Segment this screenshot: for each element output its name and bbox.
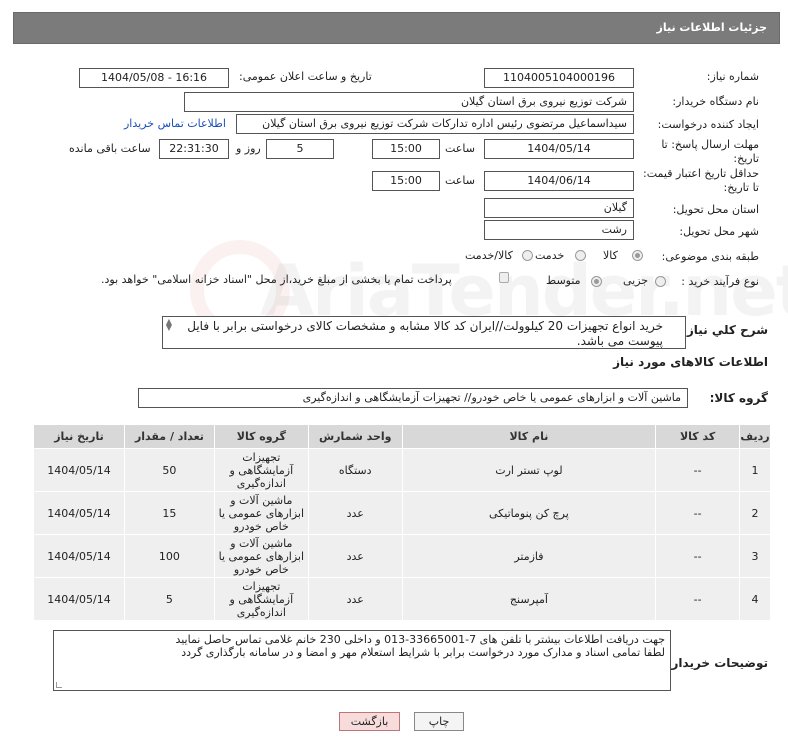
process-medium-label: متوسط — [546, 274, 581, 287]
days-field: 5 — [266, 139, 334, 159]
reply-deadline-label-2: تاریخ: — [733, 152, 759, 165]
validity-label-2: تا تاریخ: — [723, 181, 759, 194]
process-label: نوع فرآیند خرید : — [681, 275, 759, 288]
city-label: شهر محل تحویل: — [679, 225, 759, 238]
province-field: گیلان — [484, 198, 634, 218]
notes-line-2: لطفا تمامی اسناد و مدارک مورد درخواست بر… — [181, 646, 665, 659]
col-row: ردیف — [739, 424, 771, 449]
creator-field: سیداسماعیل مرتضوی رئیس اداره تدارکات شرک… — [236, 114, 634, 134]
back-button[interactable]: بازگشت — [339, 712, 400, 731]
goods-table-header: ردیف کد کالا نام کالا واحد شمارش گروه کا… — [33, 424, 771, 449]
buyer-notes-label: توضیحات خریدار: — [666, 656, 768, 670]
table-row: 3 -- فازمتر عدد ماشین آلات و ابزارهای عم… — [33, 534, 771, 578]
print-button[interactable]: چاپ — [414, 712, 464, 731]
category-label: طبقه بندی موضوعی: — [661, 250, 759, 263]
category-service-radio[interactable] — [575, 250, 586, 261]
table-row: 2 -- پرچ کن پنوماتیکی عدد ماشین آلات و ا… — [33, 491, 771, 535]
notes-line-1: جهت دریافت اطلاعات بیشتر با تلفن های 7-3… — [175, 633, 665, 646]
days-label: روز و — [236, 142, 261, 155]
creator-label: ایجاد کننده درخواست: — [657, 118, 759, 131]
reply-time-field: 15:00 — [372, 139, 440, 159]
col-group: گروه کالا — [213, 424, 309, 449]
process-partial-radio[interactable] — [655, 276, 666, 287]
reply-date-field: 1404/05/14 — [484, 139, 634, 159]
treasury-checkbox[interactable] — [499, 272, 509, 283]
page-title: جزئیات اطلاعات نیاز — [656, 21, 768, 34]
category-service-label: خدمت — [535, 249, 565, 262]
need-number-field: 1104005104000196 — [484, 68, 634, 88]
goods-group-field: ماشین آلات و ابزارهای عمومی یا خاص خودرو… — [138, 388, 688, 408]
validity-time-label: ساعت — [445, 174, 475, 187]
reply-time-label: ساعت — [445, 142, 475, 155]
goods-section-title: اطلاعات کالاهای مورد نیاز — [613, 355, 768, 369]
table-row: 4 -- آمپرسنج عدد تجهیزات آزمایشگاهی و ان… — [33, 577, 771, 621]
description-label: شرح كلي نياز: — [682, 323, 768, 337]
treasury-note: پرداخت تمام یا بخشی از مبلغ خرید،از محل … — [101, 273, 452, 286]
col-code: کد کالا — [655, 424, 741, 449]
announce-field: 1404/05/08 - 16:16 — [79, 68, 229, 88]
need-number-label: شماره نیاز: — [706, 70, 759, 83]
col-date: تاریخ نیاز — [33, 424, 125, 449]
city-field: رشت — [484, 220, 634, 240]
description-field[interactable]: خرید انواع تجهیزات 20 کیلوولت//ایران کد … — [162, 316, 686, 349]
category-goods-service-label: کالا/خدمت — [465, 249, 513, 262]
goods-group-label: گروه کالا: — [709, 391, 768, 405]
col-qty: تعداد / مقدار — [124, 424, 215, 449]
announce-label: تاریخ و ساعت اعلان عمومی: — [239, 70, 372, 83]
category-goods-label: کالا — [603, 249, 618, 262]
goods-table: ردیف کد کالا نام کالا واحد شمارش گروه کا… — [33, 424, 771, 621]
process-medium-radio[interactable] — [591, 276, 602, 287]
col-name: نام کالا — [401, 424, 657, 449]
scroll-arrows-icon[interactable]: ▲ ▼ — [163, 318, 175, 333]
col-unit: واحد شمارش — [307, 424, 403, 449]
contact-info-link[interactable]: اطلاعات تماس خریدار — [124, 117, 226, 130]
buyer-org-label: نام دستگاه خریدار: — [672, 95, 759, 108]
buyer-notes-field[interactable]: جهت دریافت اطلاعات بیشتر با تلفن های 7-3… — [53, 630, 671, 691]
validity-label: حداقل تاریخ اعتبار قیمت: — [643, 167, 759, 180]
resize-handle-icon[interactable] — [56, 682, 62, 688]
validity-time-field: 15:00 — [372, 171, 440, 191]
buyer-org-field: شرکت توزیع نیروی برق استان گیلان — [184, 92, 634, 112]
remaining-label: ساعت باقی مانده — [69, 142, 151, 155]
process-partial-label: جزیی — [623, 274, 649, 287]
remaining-time-field: 22:31:30 — [159, 139, 229, 159]
table-row: 1 -- لوپ تستر ارت دستگاه تجهیزات آزمایشگ… — [33, 448, 771, 492]
reply-deadline-label: مهلت ارسال پاسخ: تا — [661, 138, 759, 151]
category-goods-radio[interactable] — [632, 250, 643, 261]
header-bar: جزئیات اطلاعات نیاز — [13, 12, 780, 44]
category-goods-service-radio[interactable] — [522, 250, 533, 261]
validity-date-field: 1404/06/14 — [484, 171, 634, 191]
province-label: استان محل تحویل: — [672, 203, 759, 216]
